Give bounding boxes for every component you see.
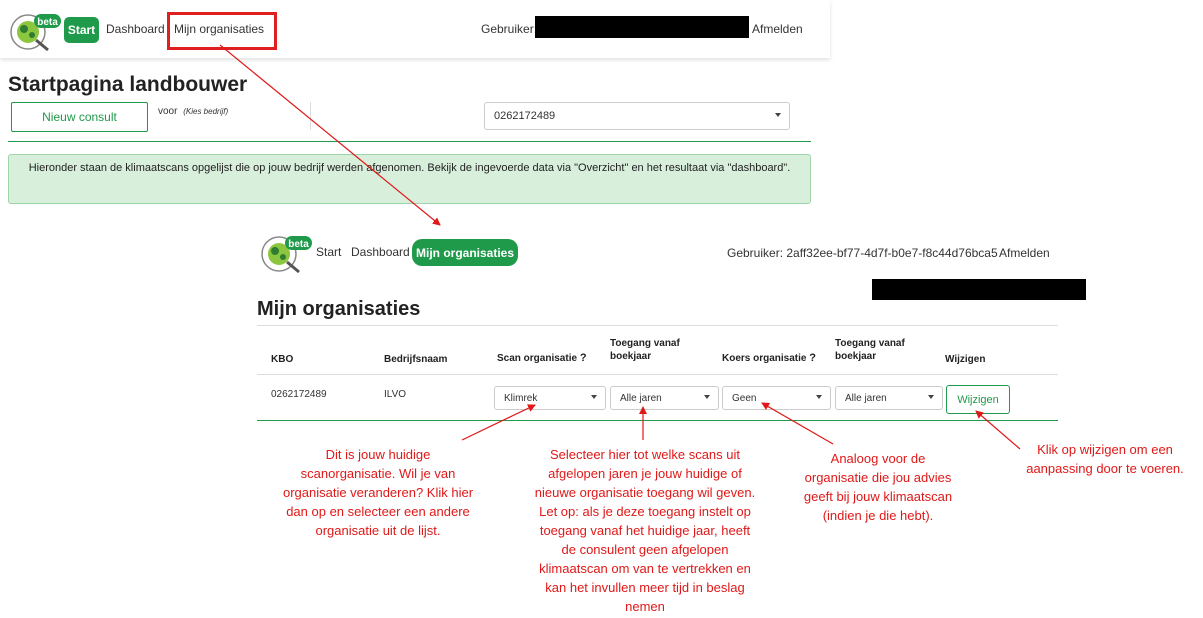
koers-organisation-select[interactable]: Geen — [722, 386, 831, 410]
access-year-select-1[interactable]: Alle jaren — [610, 386, 719, 410]
annotation-line: Let op: als je deze toegang instelt op — [539, 504, 751, 519]
annotation-line: geeft bij jouw klimaatscan — [803, 489, 953, 504]
annotation-access-year: Selecteer hier tot welke scans uit afgel… — [515, 445, 775, 616]
klimrek-logo-icon: beta — [10, 14, 61, 52]
scan-organisation-value: Klimrek — [504, 392, 538, 404]
header-scan-organisatie: Scan organisatie ? — [497, 352, 587, 365]
annotation-line: Analoog voor de — [830, 451, 926, 466]
annotation-line: aanpassing door te voeren. — [1026, 461, 1184, 476]
annotation-line: organisatie die jou advies — [804, 470, 952, 485]
company-select[interactable]: 0262172489 — [484, 102, 790, 130]
annotation-line: de consulent geen afgelopen — [561, 542, 729, 557]
info-alert: Hieronder staan de klimaatscans opgelijs… — [8, 154, 811, 204]
cell-bedrijfsnaam: ILVO — [384, 389, 407, 400]
header-wijzigen: Wijzigen — [945, 354, 986, 365]
header-access-year-2: Toegang vanaf boekjaar — [835, 337, 905, 363]
header-koers-organisatie-label: Koers organisatie — [722, 353, 807, 364]
annotation-line: afgelopen jaren je jouw huidige of — [548, 466, 742, 481]
header-koers-organisatie: Koers organisatie ? — [722, 352, 816, 365]
access-year-2-value: Alle jaren — [845, 392, 887, 404]
header-access-year-2-line1: Toegang vanaf — [835, 338, 905, 349]
annotation-line: nieuwe organisatie toegang wil geven. — [534, 485, 756, 500]
header-kbo: KBO — [271, 354, 294, 365]
company-select-value: 0262172489 — [494, 110, 556, 122]
annotation-line: nemen — [625, 599, 665, 614]
arrow-to-scan-organisation — [461, 404, 536, 441]
logout-link[interactable]: Afmelden — [999, 246, 1050, 260]
header-scan-organisatie-label: Scan organisatie — [497, 353, 578, 364]
user-label: Gebruiker: — [481, 22, 538, 36]
annotation-line: scanorganisatie. Wil je van — [300, 466, 456, 481]
header-divider — [257, 374, 1058, 375]
app-logo[interactable]: beta — [8, 8, 61, 54]
beta-badge: beta — [37, 17, 58, 28]
annotation-line: organisatie veranderen? Klik hier — [282, 485, 474, 500]
koers-organisation-value: Geen — [732, 392, 757, 404]
header-bedrijfsnaam: Bedrijfsnaam — [384, 354, 448, 365]
kies-bedrijf-hint: (Kies bedrijf) — [183, 107, 229, 116]
annotation-line: Dit is jouw huidige — [325, 447, 431, 462]
nav-organisations-button[interactable]: Mijn organisaties — [412, 239, 518, 266]
table-top-line — [257, 325, 1058, 326]
nav-dashboard-link[interactable]: Dashboard — [351, 245, 410, 259]
page-title: Startpagina landbouwer — [8, 73, 248, 96]
help-icon[interactable]: ? — [580, 352, 587, 364]
annotation-scan-organisation: Dit is jouw huidige scanorganisatie. Wil… — [263, 445, 493, 540]
top-screenshot: beta Start Dashboard Mijn organisaties G… — [0, 0, 830, 210]
annotation-line: Klik op wijzigen om een — [1037, 442, 1173, 457]
header-access-year-1-line1: Toegang vanaf — [610, 338, 680, 349]
access-year-1-value: Alle jaren — [620, 392, 662, 404]
annotation-line: toegang vanaf het huidige jaar, heeft — [539, 523, 751, 538]
chevron-down-icon — [816, 395, 822, 399]
access-year-select-2[interactable]: Alle jaren — [835, 386, 943, 410]
annotation-line: klimaatscan om van te vertrekken en — [539, 561, 751, 576]
annotation-koers-organisation: Analoog voor de organisatie die jou advi… — [778, 449, 978, 525]
section-divider — [8, 141, 811, 142]
new-consult-button[interactable]: Nieuw consult — [11, 102, 148, 132]
annotation-line: (indien je die hebt). — [822, 508, 934, 523]
redacted-username — [535, 16, 749, 38]
cell-kbo: 0262172489 — [271, 389, 327, 400]
annotation-line: Selecteer hier tot welke scans uit — [549, 447, 741, 462]
annotation-wijzigen: Klik op wijzigen om een aanpassing door … — [1008, 440, 1202, 478]
chevron-down-icon — [775, 113, 781, 117]
annotation-line: dan op en selecteer een andere — [286, 504, 470, 519]
user-label: Gebruiker: 2aff32ee-bf77-4d7f-b0e7-f8c44… — [727, 246, 998, 260]
header-access-year-2-line2: boekjaar — [835, 351, 877, 362]
chevron-down-icon — [591, 395, 597, 399]
nav-start-button[interactable]: Start — [64, 17, 99, 43]
voor-text: voor — [158, 106, 178, 117]
wijzigen-button[interactable]: Wijzigen — [946, 385, 1010, 414]
nav-start-link[interactable]: Start — [316, 245, 341, 259]
nav-dashboard-link[interactable]: Dashboard — [106, 22, 165, 36]
annotation-line: organisatie uit de lijst. — [315, 523, 441, 538]
page-title: Mijn organisaties — [257, 298, 421, 320]
table-bottom-line — [257, 420, 1058, 421]
divider — [310, 102, 311, 130]
annotation-line: kan het invullen meer tijd in beslag — [545, 580, 745, 595]
help-icon[interactable]: ? — [809, 352, 816, 364]
chevron-down-icon — [928, 395, 934, 399]
nav-organisations-link[interactable]: Mijn organisaties — [174, 22, 264, 36]
header-access-year-1: Toegang vanaf boekjaar — [610, 337, 680, 363]
scan-organisation-select[interactable]: Klimrek — [494, 386, 606, 410]
header-access-year-1-line2: boekjaar — [610, 351, 652, 362]
beta-badge: beta — [288, 239, 309, 250]
klimrek-logo-icon: beta — [261, 236, 312, 274]
logout-link[interactable]: Afmelden — [752, 22, 803, 36]
voor-label: voor (Kies bedrijf) — [158, 106, 228, 117]
redacted-block — [872, 279, 1086, 300]
chevron-down-icon — [704, 395, 710, 399]
